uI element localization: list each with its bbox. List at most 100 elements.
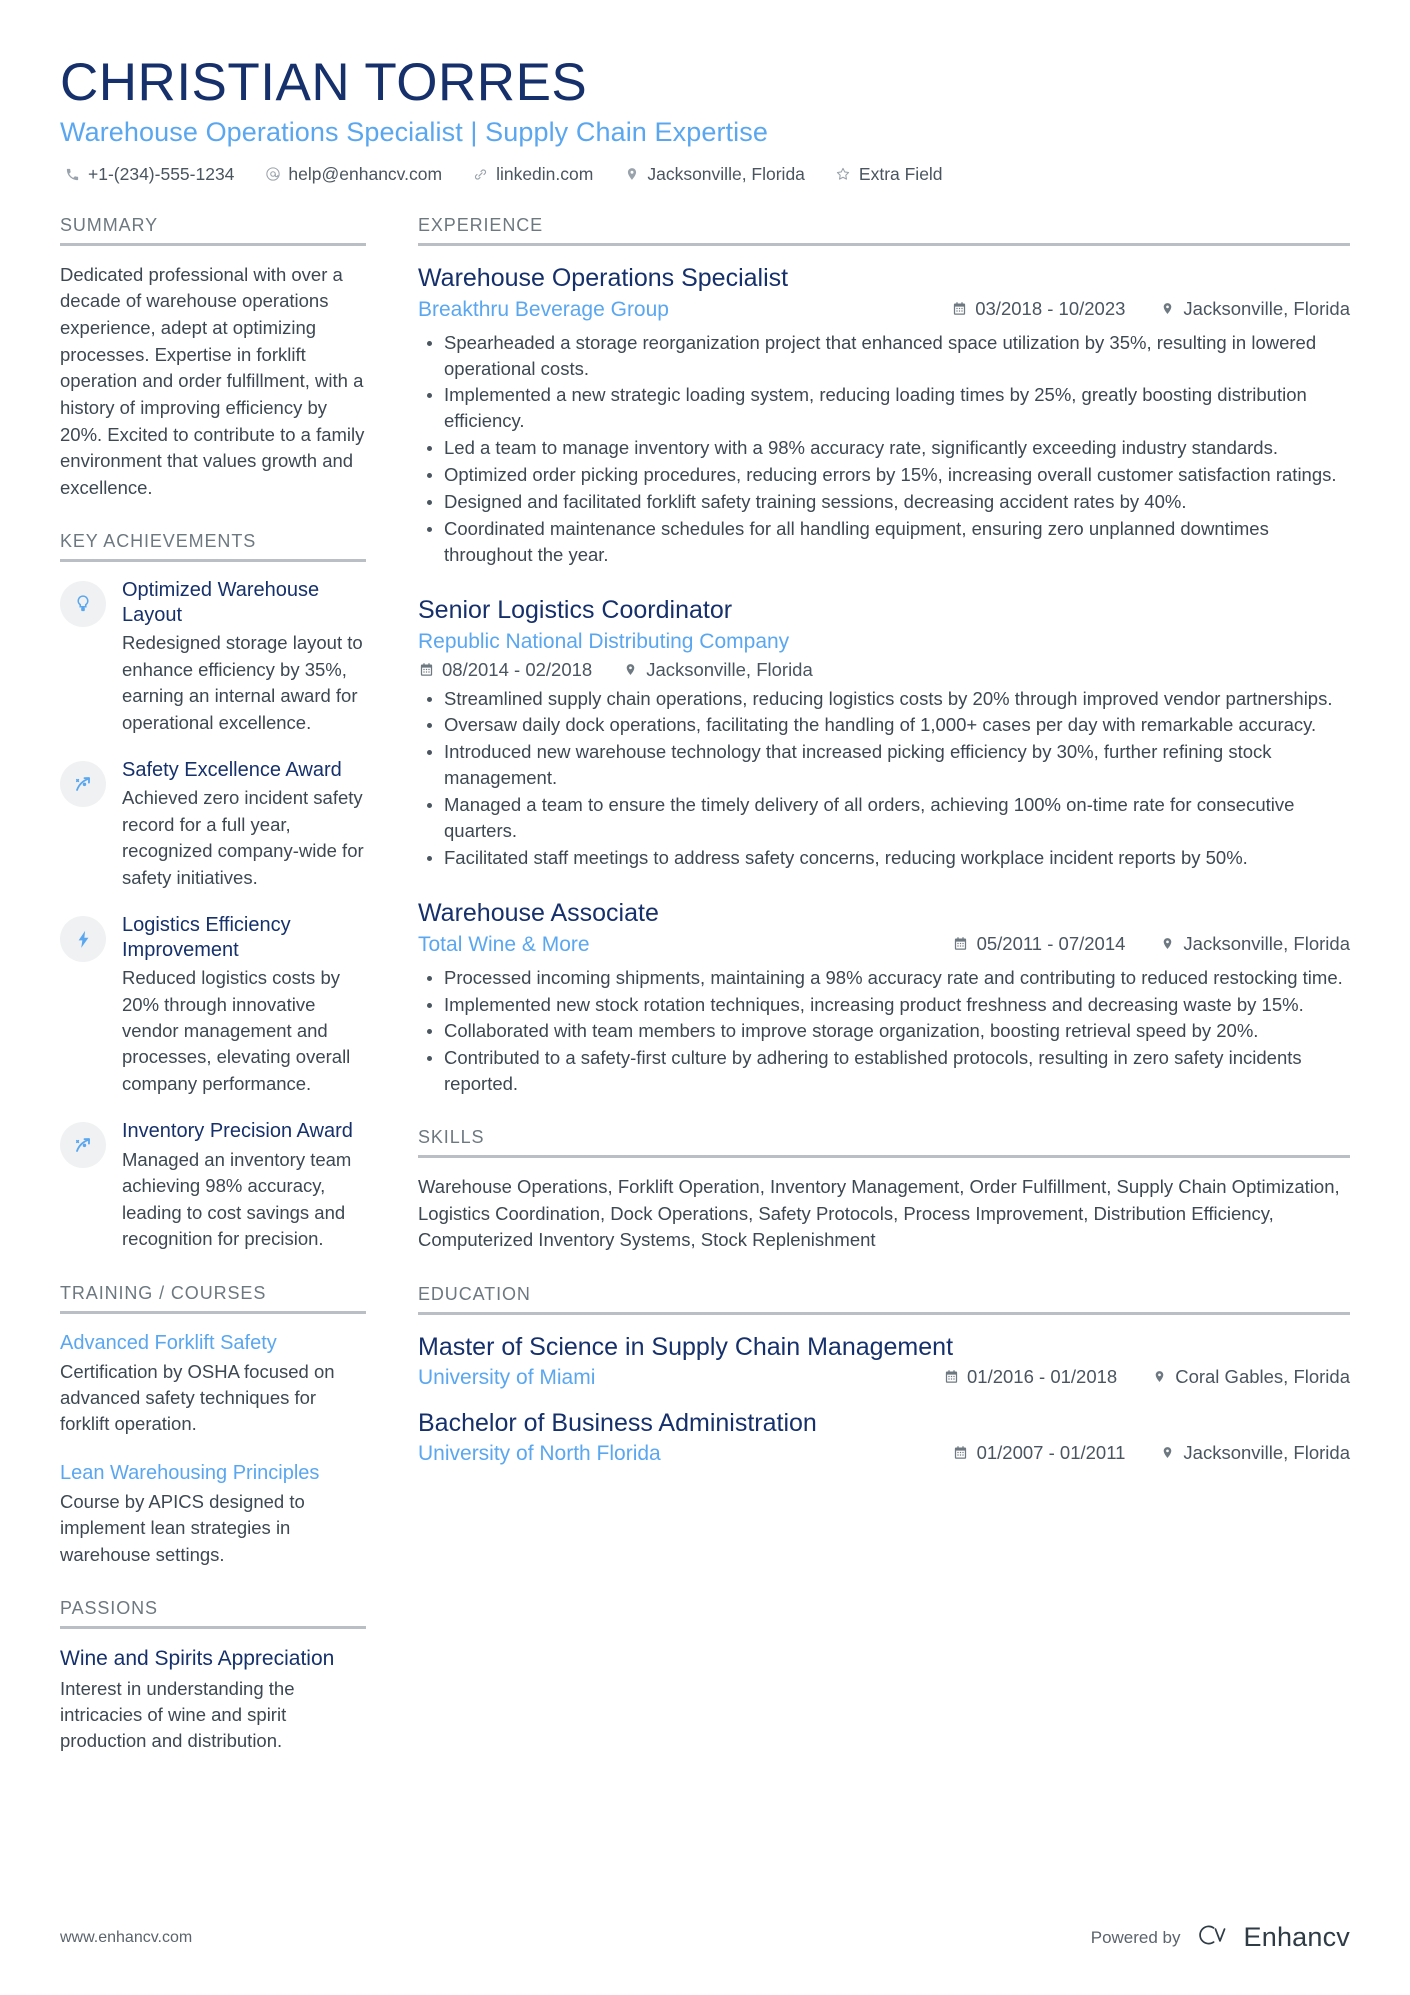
- job-dates: 05/2011 - 07/2014: [953, 933, 1125, 955]
- section-title-skills: SKILLS: [418, 1127, 485, 1148]
- section-skills: SKILLS Warehouse Operations, Forklift Op…: [418, 1127, 1350, 1254]
- section-title-passions: PASSIONS: [60, 1598, 158, 1619]
- section-divider: [60, 1626, 366, 1630]
- job-location: Jacksonville, Florida: [1159, 933, 1350, 955]
- resume-page: CHRISTIAN TORRES Warehouse Operations Sp…: [0, 0, 1410, 1995]
- summary-text: Dedicated professional with over a decad…: [60, 263, 365, 498]
- contact-row: +1-(234)-555-1234 help@enhancv.com linke…: [60, 164, 1350, 185]
- section-passions: PASSIONS Wine and Spirits Appreciation I…: [60, 1598, 366, 1755]
- job-title: Warehouse Associate: [418, 898, 659, 927]
- achievement-description: Redesigned storage layout to enhance eff…: [122, 632, 363, 733]
- education-dates-text: 01/2007 - 01/2011: [976, 1441, 1126, 1463]
- job-bullet: Led a team to manage inventory with a 98…: [418, 435, 1350, 461]
- education-item: Master of Science in Supply Chain Manage…: [418, 1331, 1350, 1393]
- job-bullet: Implemented a new strategic loading syst…: [418, 382, 1350, 434]
- footer-website[interactable]: www.enhancv.com: [60, 1929, 192, 1947]
- training-title[interactable]: Advanced Forklift Safety: [60, 1330, 366, 1356]
- contact-extra-field[interactable]: Extra Field: [835, 164, 943, 185]
- job-location: Jacksonville, Florida: [1159, 298, 1350, 320]
- location-icon: [622, 662, 638, 678]
- job-dates: 08/2014 - 02/2018: [418, 659, 592, 681]
- contact-phone[interactable]: +1-(234)-555-1234: [64, 164, 234, 185]
- section-divider: [60, 242, 366, 246]
- education-meta: University of North Florida 01/2007 - 01…: [418, 1440, 1350, 1468]
- section-divider: [418, 242, 1350, 246]
- company-name[interactable]: Breakthru Beverage Group: [418, 296, 669, 324]
- left-column: SUMMARY Dedicated professional with over…: [60, 215, 390, 1785]
- education-location-text: Jacksonville, Florida: [1183, 1441, 1350, 1463]
- contact-email[interactable]: help@enhancv.com: [264, 164, 442, 185]
- section-experience: EXPERIENCE Warehouse Operations Speciali…: [418, 215, 1350, 1097]
- achievement-item: Safety Excellence Award Achieved zero in…: [60, 758, 366, 891]
- job-dates-text: 03/2018 - 10/2023: [975, 297, 1126, 319]
- resume-header: CHRISTIAN TORRES Warehouse Operations Sp…: [60, 55, 1350, 185]
- education-dates: 01/2007 - 01/2011: [953, 1441, 1126, 1464]
- section-divider: [418, 1155, 1350, 1159]
- lightning-bolt-icon: [60, 916, 106, 963]
- section-divider: [418, 1311, 1350, 1315]
- training-description: Certification by OSHA focused on advance…: [60, 1360, 335, 1435]
- education-dates: 01/2016 - 01/2018: [943, 1366, 1117, 1388]
- experience-item: Warehouse Operations Specialist Breakthr…: [418, 262, 1350, 568]
- page-footer: www.enhancv.com Powered by Enhancv: [60, 1922, 1350, 1953]
- education-location-text: Coral Gables, Florida: [1175, 1365, 1350, 1387]
- section-title-summary: SUMMARY: [60, 214, 158, 235]
- job-bullet: Introduced new warehouse technology that…: [418, 739, 1350, 791]
- location-icon: [1151, 1369, 1167, 1385]
- passion-title: Wine and Spirits Appreciation: [60, 1647, 335, 1671]
- company-name[interactable]: Republic National Distributing Company: [418, 628, 1350, 656]
- education-location: Coral Gables, Florida: [1151, 1366, 1350, 1388]
- achievement-title: Optimized Warehouse Layout: [122, 579, 320, 626]
- education-location: Jacksonville, Florida: [1159, 1442, 1350, 1464]
- calendar-icon: [418, 662, 434, 678]
- section-title-experience: EXPERIENCE: [418, 214, 544, 235]
- professional-headline: Warehouse Operations Specialist | Supply…: [60, 117, 768, 148]
- job-dates: 03/2018 - 10/2023: [951, 298, 1125, 320]
- job-location: Jacksonville, Florida: [622, 659, 813, 681]
- trend-arrow-icon: [60, 1122, 106, 1169]
- job-bullets: Streamlined supply chain operations, red…: [418, 686, 1350, 871]
- section-divider: [60, 559, 366, 563]
- education-meta-right: 01/2007 - 01/2011 Jacksonville, Florida: [953, 1442, 1350, 1464]
- job-bullet: Optimized order picking procedures, redu…: [418, 462, 1350, 488]
- section-key-achievements: KEY ACHIEVEMENTS Optimized Warehouse Lay…: [60, 531, 366, 1252]
- experience-item: Senior Logistics Coordinator Republic Na…: [418, 594, 1350, 871]
- right-column: EXPERIENCE Warehouse Operations Speciali…: [390, 215, 1350, 1499]
- job-meta: Total Wine & More 05/2011 - 07/2014 Jack…: [418, 931, 1350, 959]
- school-name[interactable]: University of North Florida: [418, 1440, 661, 1468]
- job-bullet: Designed and facilitated forklift safety…: [418, 489, 1350, 515]
- calendar-icon: [943, 1369, 959, 1385]
- enhancv-brand[interactable]: Enhancv: [1195, 1922, 1350, 1953]
- achievement-item: Logistics Efficiency Improvement Reduced…: [60, 913, 366, 1097]
- contact-phone-text: +1-(234)-555-1234: [88, 163, 235, 184]
- training-title[interactable]: Lean Warehousing Principles: [60, 1460, 366, 1486]
- job-title: Senior Logistics Coordinator: [418, 595, 733, 624]
- job-bullet: Spearheaded a storage reorganization pro…: [418, 330, 1350, 382]
- contact-linkedin[interactable]: linkedin.com: [472, 164, 593, 185]
- section-summary: SUMMARY Dedicated professional with over…: [60, 215, 366, 502]
- contact-location[interactable]: Jacksonville, Florida: [623, 164, 805, 185]
- job-meta: Republic National Distributing Company 0…: [418, 628, 1350, 680]
- education-dates-text: 01/2016 - 01/2018: [967, 1365, 1118, 1387]
- skills-text: Warehouse Operations, Forklift Operation…: [418, 1176, 1340, 1251]
- company-name[interactable]: Total Wine & More: [418, 931, 590, 959]
- job-location-text: Jacksonville, Florida: [1183, 297, 1350, 319]
- achievement-item: Inventory Precision Award Managed an inv…: [60, 1119, 366, 1252]
- location-icon: [1159, 936, 1175, 952]
- job-bullet: Facilitated staff meetings to address sa…: [418, 845, 1350, 871]
- job-bullets: Processed incoming shipments, maintainin…: [418, 965, 1350, 1097]
- job-bullet: Oversaw daily dock operations, facilitat…: [418, 712, 1350, 738]
- contact-location-text: Jacksonville, Florida: [647, 163, 805, 184]
- job-bullets: Spearheaded a storage reorganization pro…: [418, 330, 1350, 568]
- job-location-text: Jacksonville, Florida: [1183, 932, 1350, 954]
- education-item: Bachelor of Business Administration Univ…: [418, 1407, 1350, 1469]
- contact-linkedin-text: linkedin.com: [496, 163, 594, 184]
- powered-by: Powered by Enhancv: [1091, 1922, 1350, 1953]
- training-description: Course by APICS designed to implement le…: [60, 1490, 305, 1565]
- location-icon: [1159, 1445, 1175, 1461]
- job-bullet: Implemented new stock rotation technique…: [418, 992, 1350, 1018]
- school-name[interactable]: University of Miami: [418, 1364, 595, 1392]
- achievement-title: Logistics Efficiency Improvement: [122, 914, 291, 961]
- section-title-training-courses: TRAINING / COURSES: [60, 1282, 267, 1303]
- section-training-courses: TRAINING / COURSES Advanced Forklift Saf…: [60, 1283, 366, 1569]
